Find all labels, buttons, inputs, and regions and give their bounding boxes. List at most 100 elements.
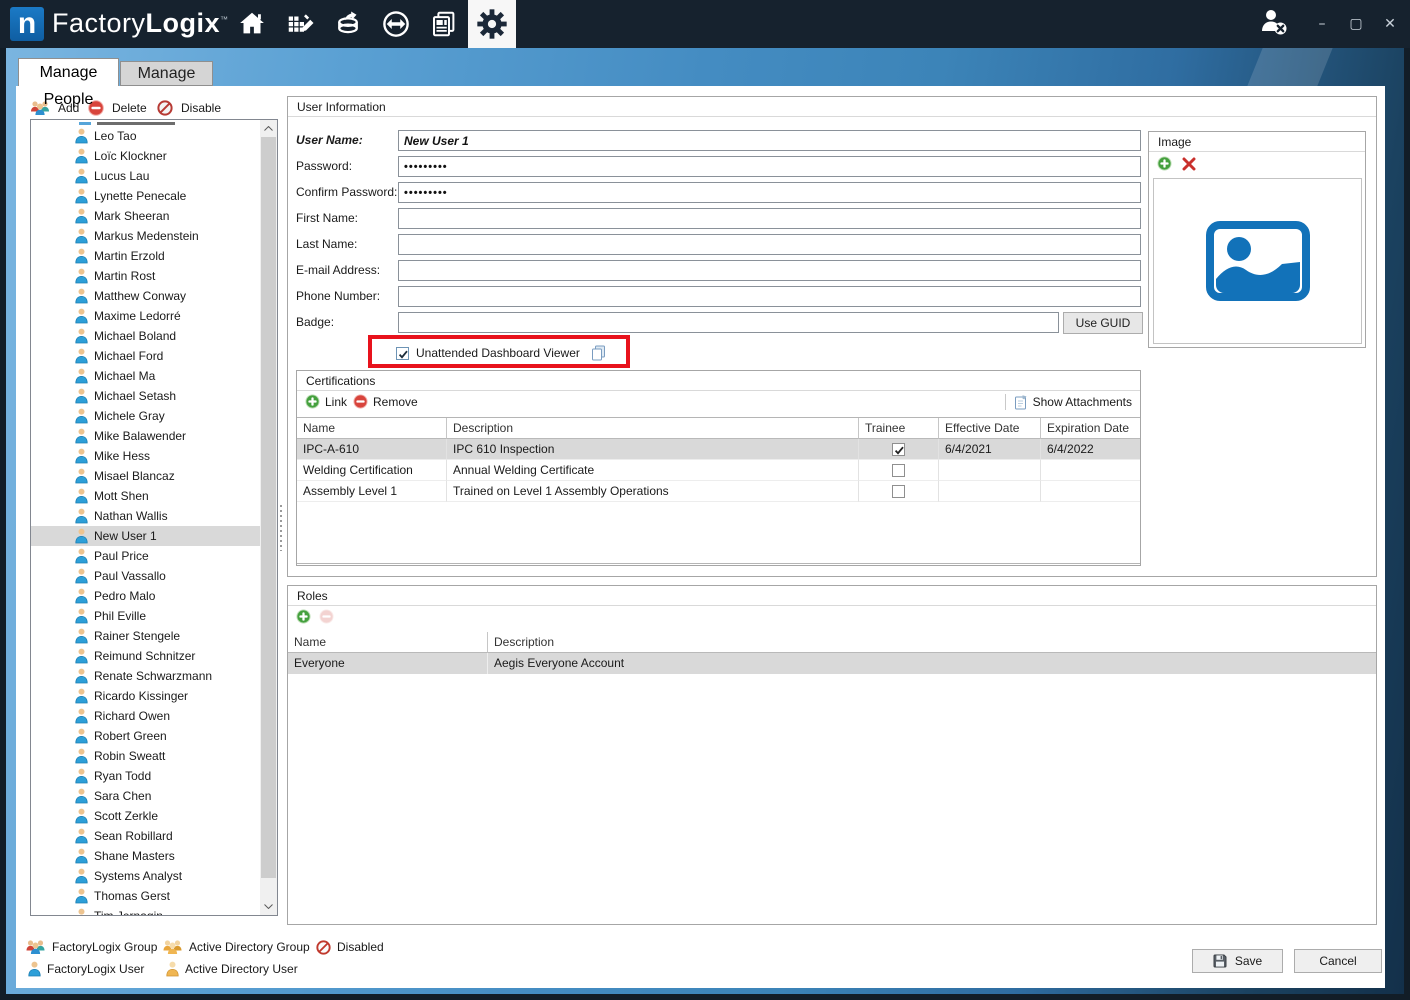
people-list-scrollbar[interactable] <box>260 120 277 915</box>
delete-person-button[interactable]: Delete <box>88 99 147 117</box>
trainee-checkbox[interactable] <box>892 443 905 456</box>
person-list-item[interactable]: Tim Jernagin <box>31 906 261 915</box>
person-list-item[interactable]: Mott Shen <box>31 486 261 506</box>
person-list-item[interactable]: Lucus Lau <box>31 166 261 186</box>
person-list-item[interactable]: Robin Sweatt <box>31 746 261 766</box>
person-list-item[interactable]: Lynette Penecale <box>31 186 261 206</box>
person-name: Mike Balawender <box>88 429 186 443</box>
person-list-item[interactable]: Sean Robillard <box>31 826 261 846</box>
role-row[interactable]: Everyone Aegis Everyone Account <box>288 653 1376 674</box>
person-list-item[interactable]: Leo Tao <box>31 126 261 146</box>
person-list-item[interactable]: Mike Hess <box>31 446 261 466</box>
person-list-item[interactable]: Michael Ma <box>31 366 261 386</box>
disable-person-button[interactable]: Disable <box>157 99 221 117</box>
person-list-item[interactable]: Mark Sheeran <box>31 206 261 226</box>
cert-name: IPC-A-610 <box>297 439 447 460</box>
minimize-button[interactable]: – <box>1312 16 1332 32</box>
certification-row[interactable]: Assembly Level 1 Trained on Level 1 Asse… <box>297 481 1140 502</box>
person-list-item[interactable]: Phil Eville <box>31 606 261 626</box>
person-list-item[interactable]: Scott Zerkle <box>31 806 261 826</box>
tab-manage-people[interactable]: Manage People <box>18 58 119 86</box>
maximize-button[interactable]: ▢ <box>1346 16 1366 32</box>
person-list-item[interactable]: Ryan Todd <box>31 766 261 786</box>
person-list-item[interactable]: Nathan Wallis <box>31 506 261 526</box>
person-list-item[interactable]: Richard Owen <box>31 706 261 726</box>
person-list-item[interactable]: Paul Price <box>31 546 261 566</box>
documents-icon[interactable] <box>420 0 468 48</box>
person-list-item[interactable]: Shane Masters <box>31 846 261 866</box>
add-image-button[interactable] <box>1157 156 1172 171</box>
badge-field[interactable] <box>398 312 1059 333</box>
person-name: Paul Price <box>88 549 149 563</box>
person-list-item[interactable]: Ricardo Kissinger <box>31 686 261 706</box>
person-list-item[interactable]: Matthew Conway <box>31 286 261 306</box>
unattended-dashboard-checkbox[interactable] <box>396 347 409 360</box>
cancel-button[interactable]: Cancel <box>1294 949 1382 973</box>
person-list-item[interactable]: Michael Ford <box>31 346 261 366</box>
user-icon <box>75 308 88 324</box>
person-list-item[interactable]: Misael Blancaz <box>31 466 261 486</box>
person-list-item[interactable]: Systems Analyst <box>31 866 261 886</box>
person-list-item[interactable]: Markus Medenstein <box>31 226 261 246</box>
person-list-item[interactable]: Paul Vassallo <box>31 566 261 586</box>
tab-manage-roles[interactable]: Manage Roles <box>120 61 213 86</box>
splitter-handle[interactable] <box>279 505 283 551</box>
person-list-item[interactable]: Maxime Ledorré <box>31 306 261 326</box>
show-attachments-button[interactable]: Show Attachments <box>1014 394 1132 410</box>
person-list-item[interactable]: Thomas Gerst <box>31 886 261 906</box>
copy-icon[interactable] <box>591 345 606 361</box>
close-button[interactable]: ✕ <box>1380 16 1400 32</box>
remove-role-button[interactable] <box>319 609 334 624</box>
person-list-item[interactable]: Michael Boland <box>31 326 261 346</box>
scrollbar-thumb[interactable] <box>261 137 276 878</box>
person-list-item[interactable]: Martin Erzold <box>31 246 261 266</box>
email-field[interactable] <box>398 260 1141 281</box>
person-list-item[interactable]: Michele Gray <box>31 406 261 426</box>
sync-icon[interactable] <box>372 0 420 48</box>
logout-user-icon[interactable] <box>1258 7 1290 42</box>
person-list-item[interactable]: Michael Setash <box>31 386 261 406</box>
phone-field[interactable] <box>398 286 1141 307</box>
person-list-item[interactable]: Mike Balawender <box>31 426 261 446</box>
certification-row[interactable]: Welding Certification Annual Welding Cer… <box>297 460 1140 481</box>
materials-icon[interactable] <box>324 0 372 48</box>
person-list-item[interactable]: Renate Schwarzmann <box>31 666 261 686</box>
last-name-field[interactable] <box>398 234 1141 255</box>
scroll-down-icon[interactable] <box>260 898 277 915</box>
col-name[interactable]: Name <box>297 418 447 439</box>
home-icon[interactable] <box>228 0 276 48</box>
col-description[interactable]: Description <box>447 418 859 439</box>
col-effective-date[interactable]: Effective Date <box>939 418 1041 439</box>
data-editor-icon[interactable] <box>276 0 324 48</box>
person-list-item[interactable]: Sara Chen <box>31 786 261 806</box>
person-name: Phil Eville <box>88 609 146 623</box>
person-list-item[interactable]: Martin Rost <box>31 266 261 286</box>
first-name-field[interactable] <box>398 208 1141 229</box>
password-field[interactable] <box>398 156 1141 177</box>
col-role-description[interactable]: Description <box>488 632 1376 653</box>
person-list-item[interactable]: Reimund Schnitzer <box>31 646 261 666</box>
scroll-up-icon[interactable] <box>260 120 277 137</box>
add-role-button[interactable] <box>296 609 311 624</box>
person-list-item[interactable]: Pedro Malo <box>31 586 261 606</box>
col-expiration-date[interactable]: Expiration Date <box>1041 418 1140 439</box>
person-list-item[interactable]: Loïc Klockner <box>31 146 261 166</box>
remove-certification-button[interactable]: Remove <box>353 394 418 409</box>
use-guid-button[interactable]: Use GUID <box>1063 312 1143 334</box>
image-placeholder-icon <box>1206 221 1310 301</box>
certification-row[interactable]: IPC-A-610 IPC 610 Inspection 6/4/2021 6/… <box>297 439 1140 460</box>
image-placeholder-box[interactable] <box>1153 178 1362 344</box>
col-role-name[interactable]: Name <box>288 632 488 653</box>
save-button[interactable]: Save <box>1192 949 1283 973</box>
settings-gear-icon[interactable] <box>468 0 516 48</box>
person-list-item[interactable]: Robert Green <box>31 726 261 746</box>
link-certification-button[interactable]: Link <box>305 394 347 409</box>
confirm-password-field[interactable] <box>398 182 1141 203</box>
remove-image-button[interactable] <box>1182 157 1196 171</box>
username-field[interactable] <box>398 130 1141 151</box>
person-list-item[interactable]: Rainer Stengele <box>31 626 261 646</box>
trainee-checkbox[interactable] <box>892 485 905 498</box>
trainee-checkbox[interactable] <box>892 464 905 477</box>
person-list-item[interactable]: New User 1 <box>31 526 261 546</box>
col-trainee[interactable]: Trainee <box>859 418 939 439</box>
